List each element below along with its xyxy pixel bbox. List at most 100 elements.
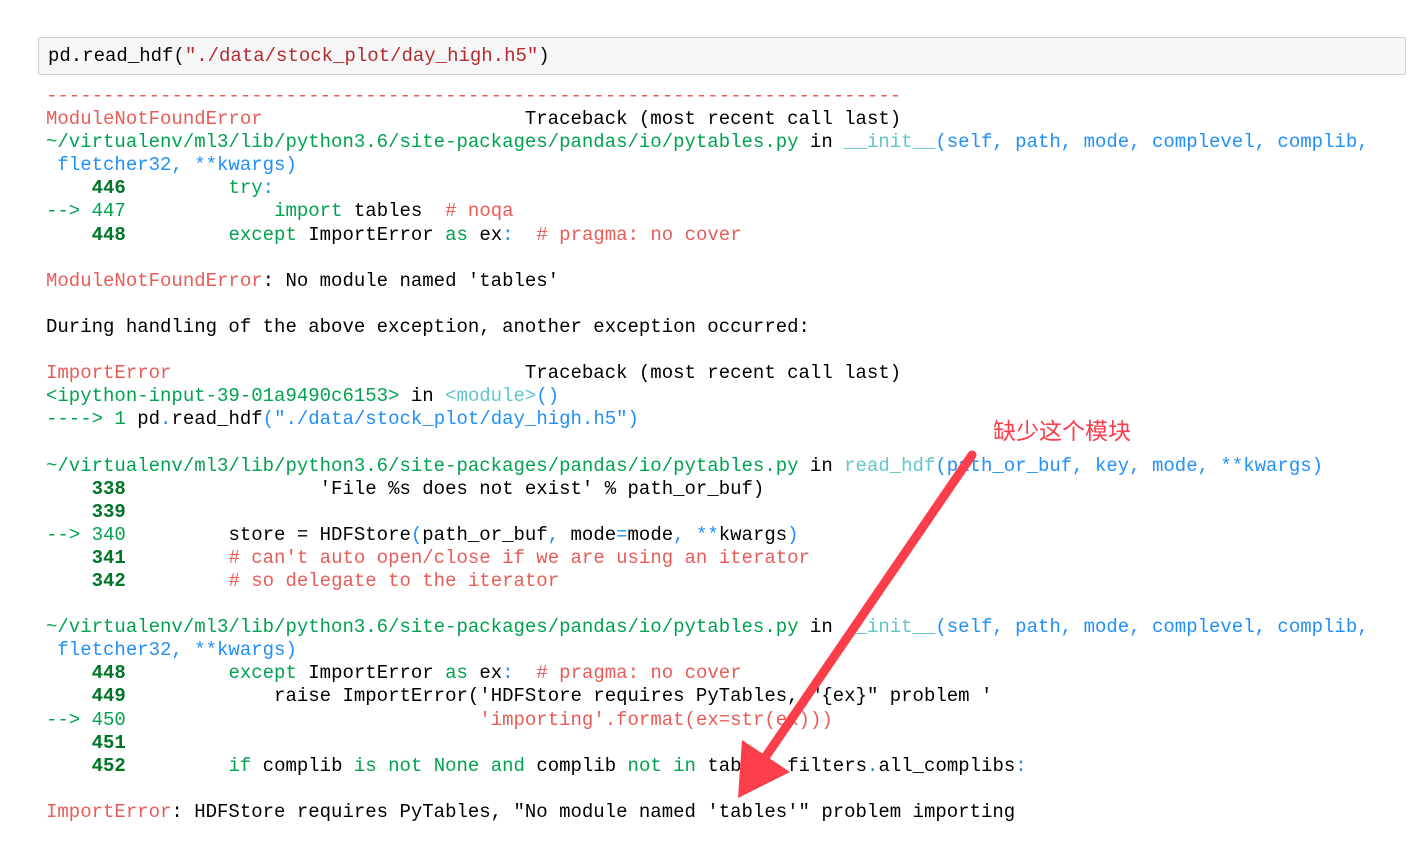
traceback-line: 338 'File %s does not exist' % path_or_b… <box>46 478 1369 501</box>
traceback-line: 449 raise ImportError('HDFStore requires… <box>46 685 1369 708</box>
traceback-token: except <box>228 223 297 246</box>
traceback-output: ----------------------------------------… <box>46 85 1369 824</box>
traceback-token: 451 <box>46 731 126 754</box>
traceback-token: tables <box>695 754 776 777</box>
traceback-token: : <box>502 223 514 246</box>
traceback-line <box>46 593 1369 616</box>
traceback-token <box>126 177 229 199</box>
traceback-token: ImportError <box>46 800 172 823</box>
traceback-token <box>514 224 537 246</box>
traceback-token: try <box>228 177 263 200</box>
traceback-token: . <box>775 754 788 777</box>
traceback-token: 448 <box>46 662 126 685</box>
traceback-token: raise ImportError('HDFStore requires PyT… <box>125 685 993 708</box>
traceback-token: all_complibs <box>878 754 1016 777</box>
traceback-line: 341 # can't auto open/close if we are us… <box>46 547 1369 570</box>
traceback-token: read_hdf <box>171 408 263 431</box>
traceback-line: <ipython-input-39-01a9490c6153> in <modu… <box>46 385 1369 408</box>
traceback-token: , <box>547 523 560 546</box>
code-token: pd.read_hdf( <box>48 45 185 67</box>
traceback-line: ~/virtualenv/ml3/lib/python3.6/site-pack… <box>46 616 1369 639</box>
traceback-token <box>126 709 479 731</box>
traceback-line: --> 450 'importing'.format(ex=str(ex))) <box>46 709 1369 732</box>
traceback-token: Traceback (most recent call last) <box>171 362 902 385</box>
code-token: ) <box>538 45 550 67</box>
traceback-token <box>126 224 229 246</box>
traceback-token: fletcher32, **kwargs) <box>46 639 297 662</box>
traceback-token: --> 447 <box>46 200 126 223</box>
traceback-token: ----> 1 <box>46 408 126 431</box>
traceback-line: ----------------------------------------… <box>46 85 1369 108</box>
traceback-token: store = HDFStore <box>125 523 411 546</box>
traceback-token: import <box>274 200 343 223</box>
traceback-token: ModuleNotFoundError <box>46 108 263 131</box>
traceback-token: # noqa <box>445 200 514 223</box>
traceback-token: : <box>1015 754 1027 777</box>
traceback-token: : <box>262 177 275 200</box>
traceback-token: ImportError <box>296 223 446 246</box>
traceback-token: complib <box>524 754 628 777</box>
traceback-line <box>46 778 1369 801</box>
traceback-line: 448 except ImportError as ex: # pragma: … <box>46 662 1369 685</box>
traceback-token <box>126 755 229 777</box>
traceback-line: fletcher32, **kwargs) <box>46 154 1369 177</box>
traceback-line: 339 <box>46 501 1369 524</box>
traceback-token: ex <box>467 662 503 685</box>
traceback-token: in <box>798 454 845 477</box>
traceback-line: ModuleNotFoundError Traceback (most rece… <box>46 108 1369 131</box>
traceback-token: 448 <box>46 223 126 246</box>
traceback-token: as <box>445 662 468 685</box>
traceback-line <box>46 431 1369 454</box>
traceback-token: 449 <box>46 685 126 708</box>
traceback-line <box>46 247 1369 270</box>
traceback-token: ModuleNotFoundError <box>46 269 263 292</box>
traceback-token: ) <box>787 523 799 546</box>
traceback-token: : <box>502 662 514 685</box>
traceback-token: 341 <box>46 546 126 569</box>
traceback-token: as <box>445 223 468 246</box>
traceback-token: : No module named 'tables' <box>262 269 560 292</box>
traceback-token: __init__ <box>844 616 936 639</box>
traceback-token <box>126 200 274 222</box>
traceback-token: __init__ <box>844 131 936 154</box>
traceback-line: 452 if complib is not None and complib n… <box>46 755 1369 778</box>
traceback-token: During handling of the above exception, … <box>46 315 810 338</box>
traceback-line: ImportError: HDFStore requires PyTables,… <box>46 801 1369 824</box>
input-code[interactable]: pd.read_hdf("./data/stock_plot/day_high.… <box>48 45 550 68</box>
traceback-token: . <box>160 408 172 431</box>
traceback-token: 452 <box>46 754 126 777</box>
traceback-line: 342 # so delegate to the iterator <box>46 570 1369 593</box>
traceback-token: path_or_buf <box>422 523 548 546</box>
traceback-token: 338 <box>46 477 126 500</box>
traceback-line: ~/virtualenv/ml3/lib/python3.6/site-pack… <box>46 131 1369 154</box>
traceback-token: if <box>228 754 252 777</box>
traceback-token: 339 <box>46 500 126 523</box>
traceback-token: ( <box>410 523 423 546</box>
traceback-line: ModuleNotFoundError: No module named 'ta… <box>46 270 1369 293</box>
traceback-token <box>126 662 229 684</box>
traceback-token: # pragma: no cover <box>536 223 742 246</box>
traceback-line: During handling of the above exception, … <box>46 316 1369 339</box>
traceback-token: ----------------------------------------… <box>46 85 902 107</box>
traceback-token: (path_or_buf, key, mode, **kwargs) <box>935 454 1324 477</box>
traceback-line: 451 <box>46 732 1369 755</box>
annotation-text: 缺少这个模块 <box>993 419 1131 445</box>
traceback-token: in <box>399 385 446 408</box>
traceback-token: Traceback (most recent call last) <box>262 108 902 131</box>
code-input-cell[interactable]: pd.read_hdf("./data/stock_plot/day_high.… <box>38 37 1406 75</box>
traceback-line: fletcher32, **kwargs) <box>46 639 1369 662</box>
traceback-token: (self, path, mode, complevel, complib, <box>935 616 1369 639</box>
traceback-token: . <box>867 754 879 777</box>
traceback-line <box>46 339 1369 362</box>
traceback-token: not in <box>627 754 696 777</box>
traceback-token: 'importing'.format(ex=str(ex))) <box>479 708 833 731</box>
traceback-token: read_hdf <box>844 454 936 477</box>
traceback-token: (self, path, mode, complevel, complib, <box>935 131 1369 154</box>
traceback-token: tables <box>342 200 446 223</box>
traceback-token: 'File %s does not exist' % path_or_buf) <box>125 477 765 500</box>
traceback-token <box>514 662 537 684</box>
traceback-token: ImportError <box>46 362 172 385</box>
traceback-token: 342 <box>46 569 126 592</box>
traceback-token: fletcher32, **kwargs) <box>46 154 297 177</box>
traceback-token: in <box>798 131 845 154</box>
